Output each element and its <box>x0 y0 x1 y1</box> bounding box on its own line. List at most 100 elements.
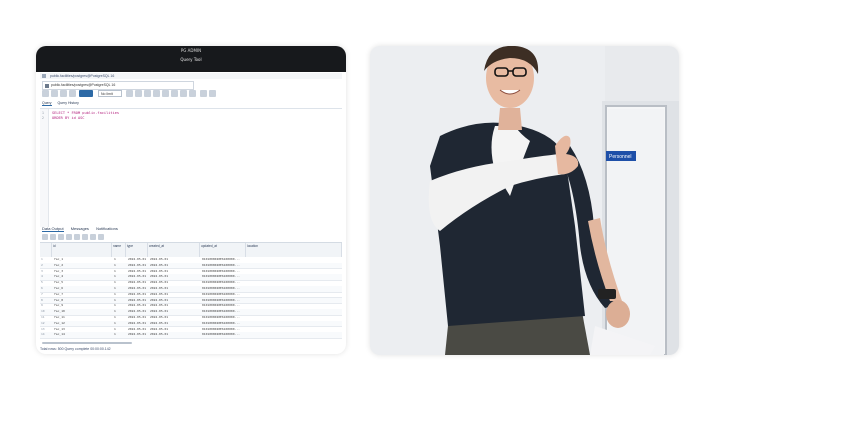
copy-icon[interactable] <box>50 234 56 240</box>
table-cell[interactable]: 2024-05-01 <box>128 332 148 338</box>
table-cell[interactable]: 0101000020E6100000... <box>202 309 246 315</box>
graph-icon[interactable] <box>98 234 104 240</box>
table-cell[interactable]: 0101000020E6100000... <box>202 269 246 275</box>
table-cell[interactable]: fac_14 <box>54 332 112 338</box>
table-cell[interactable]: 0101000020E6100000... <box>202 315 246 321</box>
table-cell[interactable]: 2024-05-01 <box>128 280 148 286</box>
table-cell[interactable]: 1 <box>114 315 126 321</box>
table-cell[interactable]: 1 <box>114 257 126 263</box>
tab-messages[interactable]: Messages <box>71 226 89 231</box>
table-cell[interactable]: fac_7 <box>54 292 112 298</box>
sql-editor[interactable]: 1 SELECT * FROM public.facilities 2 ORDE… <box>40 108 342 227</box>
table-cell[interactable]: 1 <box>114 269 126 275</box>
table-cell[interactable]: 2024-05-01 <box>128 315 148 321</box>
save-file-icon[interactable] <box>51 90 58 97</box>
table-cell[interactable]: fac_11 <box>54 315 112 321</box>
commit-icon[interactable] <box>162 90 169 97</box>
tab-query-history[interactable]: Query History <box>58 101 79 105</box>
clear-icon[interactable] <box>180 90 187 97</box>
tab-query[interactable]: Query <box>42 101 52 106</box>
table-cell[interactable]: fac_6 <box>54 286 112 292</box>
edit-icon[interactable] <box>60 90 67 97</box>
table-cell[interactable]: 0101000020E6100000... <box>202 327 246 333</box>
table-cell[interactable]: fac_13 <box>54 327 112 333</box>
table-cell[interactable]: 0101000020E6100000... <box>202 280 246 286</box>
table-cell[interactable]: 0101000020E6100000... <box>202 292 246 298</box>
explain-icon[interactable] <box>144 90 151 97</box>
table-cell[interactable]: 2024-05-01 <box>150 286 200 292</box>
horizontal-scrollbar[interactable] <box>42 342 132 344</box>
macros-icon[interactable] <box>189 90 196 97</box>
table-cell[interactable]: 1 <box>114 286 126 292</box>
table-cell[interactable]: fac_2 <box>54 263 112 269</box>
help-icon[interactable] <box>209 90 216 97</box>
table-cell[interactable]: 2024-05-01 <box>150 269 200 275</box>
rollback-icon[interactable] <box>171 90 178 97</box>
delete-icon[interactable] <box>66 234 72 240</box>
add-row-icon[interactable] <box>42 234 48 240</box>
table-cell[interactable]: 2024-05-01 <box>150 263 200 269</box>
table-cell[interactable]: 2024-05-01 <box>128 263 148 269</box>
table-cell[interactable]: 0101000020E6100000... <box>202 321 246 327</box>
tab-notifications[interactable]: Notifications <box>96 226 118 231</box>
table-cell[interactable]: 2024-05-01 <box>150 257 200 263</box>
column-header[interactable]: id <box>52 243 112 257</box>
table-cell[interactable]: 2024-05-01 <box>150 292 200 298</box>
table-cell[interactable]: 1 <box>114 274 126 280</box>
table-cell[interactable]: 2024-05-01 <box>128 286 148 292</box>
column-header[interactable]: created_at <box>148 243 200 257</box>
paste-icon[interactable] <box>58 234 64 240</box>
table-cell[interactable]: fac_3 <box>54 269 112 275</box>
table-cell[interactable]: 0101000020E6100000... <box>202 263 246 269</box>
table-cell[interactable]: fac_9 <box>54 303 112 309</box>
row-limit-dropdown[interactable]: No limit <box>98 90 122 97</box>
table-cell[interactable]: 2024-05-01 <box>128 292 148 298</box>
table-cell[interactable]: 2024-05-01 <box>128 274 148 280</box>
table-cell[interactable]: 2024-05-01 <box>150 327 200 333</box>
table-cell[interactable]: 2024-05-01 <box>150 280 200 286</box>
open-file-icon[interactable] <box>42 90 49 97</box>
table-cell[interactable]: 2024-05-01 <box>150 321 200 327</box>
table-cell[interactable]: 2024-05-01 <box>150 298 200 304</box>
save-data-icon[interactable] <box>74 234 80 240</box>
execute-icon[interactable] <box>135 90 142 97</box>
column-header[interactable]: updated_at <box>200 243 246 257</box>
table-cell[interactable]: 2024-05-01 <box>128 327 148 333</box>
explain-analyze-icon[interactable] <box>153 90 160 97</box>
table-cell[interactable]: fac_10 <box>54 309 112 315</box>
table-cell[interactable]: 2024-05-01 <box>128 303 148 309</box>
stop-icon[interactable] <box>126 90 133 97</box>
table-cell[interactable]: 0101000020E6100000... <box>202 298 246 304</box>
table-cell[interactable]: 0101000020E6100000... <box>202 274 246 280</box>
table-cell[interactable]: 2024-05-01 <box>128 321 148 327</box>
column-header[interactable]: location <box>246 243 342 257</box>
column-header[interactable]: name <box>112 243 126 257</box>
filter-rows-icon[interactable] <box>82 234 88 240</box>
table-cell[interactable]: 2024-05-01 <box>150 332 200 338</box>
table-cell[interactable]: fac_5 <box>54 280 112 286</box>
table-cell[interactable]: 1 <box>114 332 126 338</box>
table-cell[interactable]: 0101000020E6100000... <box>202 257 246 263</box>
table-cell[interactable]: 2024-05-01 <box>128 298 148 304</box>
sort-icon[interactable] <box>69 90 76 97</box>
table-cell[interactable]: 2024-05-01 <box>150 274 200 280</box>
table-cell[interactable]: 2024-05-01 <box>128 309 148 315</box>
table-cell[interactable]: fac_8 <box>54 298 112 304</box>
table-cell[interactable]: 1 <box>114 263 126 269</box>
table-cell[interactable]: fac_1 <box>54 257 112 263</box>
table-cell[interactable]: 0101000020E6100000... <box>202 286 246 292</box>
table-cell[interactable]: fac_12 <box>54 321 112 327</box>
table-cell[interactable]: 1 <box>114 303 126 309</box>
table-cell[interactable]: 2024-05-01 <box>150 309 200 315</box>
filter-icon[interactable] <box>79 90 93 97</box>
table-cell[interactable]: 1 <box>114 292 126 298</box>
table-cell[interactable]: 0101000020E6100000... <box>202 303 246 309</box>
download-icon[interactable] <box>200 90 207 97</box>
column-header[interactable]: type <box>126 243 148 257</box>
table-cell[interactable]: fac_4 <box>54 274 112 280</box>
table-cell[interactable]: 1 <box>114 298 126 304</box>
table-cell[interactable]: 1 <box>114 321 126 327</box>
tab-data-output[interactable]: Data Output <box>42 226 64 232</box>
table-cell[interactable]: 1 <box>114 327 126 333</box>
table-cell[interactable]: 0101000020E6100000... <box>202 332 246 338</box>
